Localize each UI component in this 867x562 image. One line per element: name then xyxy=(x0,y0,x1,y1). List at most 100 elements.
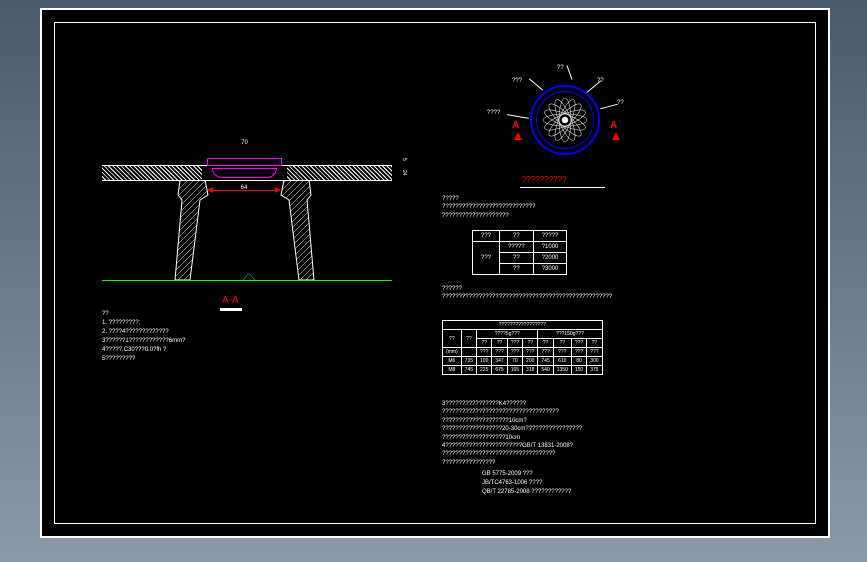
hatch-left xyxy=(102,165,202,180)
rt3-p7: ???????????????? xyxy=(442,459,582,467)
t1-cell: ??? xyxy=(473,242,500,275)
hatch-right xyxy=(287,165,392,180)
leader-t4: ?? xyxy=(617,100,624,106)
section-label-underline xyxy=(220,308,242,311)
t2-d: M6 xyxy=(443,357,462,366)
spec-1: GB 5775-2009 ??? xyxy=(482,470,571,479)
t2-d: 675 xyxy=(492,366,507,375)
road-base-line xyxy=(102,180,392,181)
a-mark-right: A xyxy=(610,120,617,131)
note-2: 2. ????4????????????? xyxy=(102,328,185,337)
t2-d: 80 xyxy=(571,357,586,366)
t2-h: ?? xyxy=(461,330,476,348)
right-text-1: ????? ???????????????????????????? ?????… xyxy=(442,195,535,220)
drawing-frame: 70 64 5 24 ⟋⟍ A-A ?? ??? ?? ?? ???? A xyxy=(40,8,830,538)
rt3-p4: ???????????????????10cm xyxy=(442,434,582,442)
leader-t1: ?? xyxy=(557,65,564,71)
t2-sh: ?? xyxy=(587,339,602,348)
note-5: 5????????? xyxy=(102,355,185,364)
t1-cell: ????? xyxy=(533,231,567,242)
rt3-p6: ?????????????????????????????????? xyxy=(442,450,582,458)
t2-u: ??? xyxy=(492,348,507,357)
pier-right xyxy=(274,180,319,280)
leader-line xyxy=(600,104,618,110)
section-view-a-a: 70 64 5 24 ⟋⟍ xyxy=(102,140,392,300)
t1-cell: ?? xyxy=(500,264,534,275)
t2-h: ????5g??? xyxy=(477,330,538,339)
t2-d: 347 xyxy=(492,357,507,366)
right-text-3: 3????????????????K4?????? ??????????????… xyxy=(442,400,582,467)
t2-d: 318 xyxy=(523,366,538,375)
a-mark-left: A xyxy=(512,120,519,131)
t2-sh: ?? xyxy=(538,339,553,348)
dim-v2: 24 xyxy=(401,170,407,176)
t2-d: 225 xyxy=(477,366,492,375)
t2-u: ??? xyxy=(553,348,571,357)
t2-d: 745 xyxy=(538,357,553,366)
t2-u: (mm) xyxy=(443,348,462,357)
t2-d: 375 xyxy=(587,366,602,375)
note-3: 3??????1????????????6mm? xyxy=(102,337,185,346)
rt1-p1: ???????????????????????????? xyxy=(442,203,535,211)
t2-title: ????????????????? xyxy=(443,321,603,330)
t2-sh: ?? xyxy=(477,339,492,348)
specs-block: GB 5775-2009 ??? JB/TC4763-1006 ???? QB/… xyxy=(482,470,571,497)
leader-t5: ???? xyxy=(487,110,500,116)
t2-u: ??? xyxy=(538,348,553,357)
rt2-header: ?????? xyxy=(442,285,612,293)
leader-line xyxy=(566,65,572,79)
rt3-p1: ??????????????????????????????????? xyxy=(442,408,582,416)
t2-d: 200 xyxy=(523,357,538,366)
t2-d: 745 xyxy=(461,366,476,375)
leader-line xyxy=(529,78,543,90)
t1-cell: ????? xyxy=(500,242,534,253)
t1-cell: ?? xyxy=(500,231,534,242)
t1-cell: ?2000 xyxy=(533,253,567,264)
t2-d: 610 xyxy=(553,357,571,366)
dim-v1: 5 xyxy=(401,158,407,161)
dim-line xyxy=(210,190,278,191)
rt3-h: 3????????????????K4?????? xyxy=(442,400,582,408)
t2-h: ?? xyxy=(443,330,462,348)
t2-u: ??? xyxy=(507,348,522,357)
t2-d: 540 xyxy=(538,366,553,375)
rt2-p1: ????????????????????????????????????????… xyxy=(442,293,612,301)
t1-cell: ?? xyxy=(500,253,534,264)
rt3-p2: ????????????????????10cm? xyxy=(442,417,582,425)
spec-3: QB/T 22785-2008 ???????????? xyxy=(482,488,571,497)
spec-2: JB/TC4763-1006 ???? xyxy=(482,479,571,488)
break-symbol-icon: ⟋⟍ xyxy=(242,273,256,284)
table-1: ?????????? ?????????1000 ???2000 ???3000 xyxy=(472,230,567,275)
t2-d: 735 xyxy=(461,357,476,366)
plan-view-title: ?????????? xyxy=(522,175,567,184)
t2-u: ??? xyxy=(587,348,602,357)
t1-cell: ?1000 xyxy=(533,242,567,253)
t2-u xyxy=(461,348,476,357)
t2-sh: ?? xyxy=(553,339,571,348)
notes-block: ?? 1. ?????????; 2. ????4????????????? 3… xyxy=(102,310,185,364)
cover-pattern-icon xyxy=(540,95,590,145)
t2-u: ??? xyxy=(523,348,538,357)
leader-t2: ??? xyxy=(512,78,522,84)
rt1-p2: ???????????????????? xyxy=(442,212,535,220)
note-4: 4?????,C30???0.0?fh ? xyxy=(102,346,185,355)
rt3-p3: ??????????????????20-30cm???????????????… xyxy=(442,425,582,433)
t2-d: 1350 xyxy=(553,366,571,375)
leader-line xyxy=(507,114,529,119)
plan-title-underline xyxy=(520,187,605,188)
t2-u: ??? xyxy=(477,348,492,357)
right-text-2: ?????? ?????????????????????????????????… xyxy=(442,285,612,302)
plan-view: ?? ??? ?? ?? ???? A A xyxy=(482,60,652,180)
a-triangle-left-icon xyxy=(514,132,522,140)
t2-d: M8 xyxy=(443,366,462,375)
t2-u: ??? xyxy=(571,348,586,357)
table-2: ????????????????? ????????5g??????150g??… xyxy=(442,320,603,375)
cover-underside xyxy=(212,168,277,178)
rt3-p5: 4???????????????????????GB/T 13831-2008? xyxy=(442,442,582,450)
t2-d: 70 xyxy=(507,357,522,366)
note-1: 1. ?????????; xyxy=(102,319,185,328)
notes-header: ?? xyxy=(102,310,185,319)
t2-d: 105 xyxy=(507,366,522,375)
t1-cell: ?3000 xyxy=(533,264,567,275)
dimension-70: 70 xyxy=(202,140,287,146)
